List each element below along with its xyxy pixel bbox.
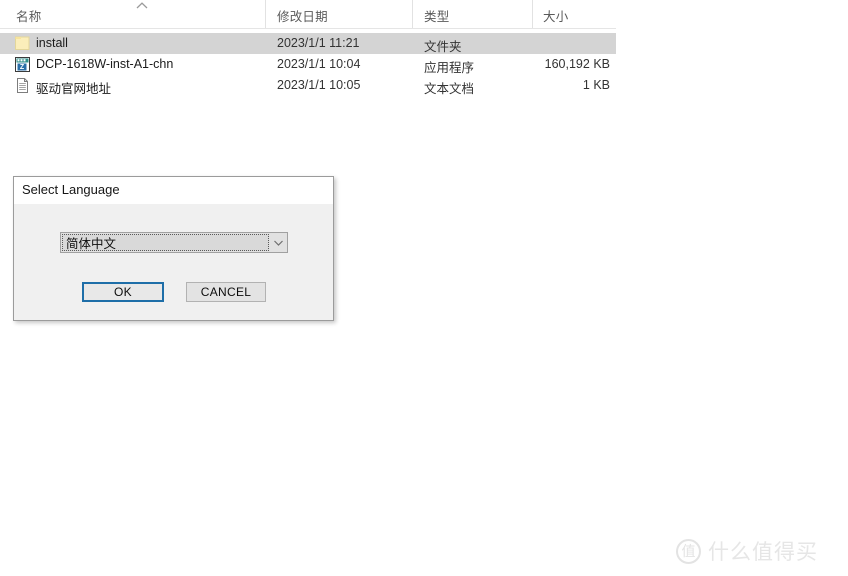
svg-text:Z: Z <box>20 64 25 71</box>
dialog-title: Select Language <box>22 182 120 197</box>
dialog-titlebar[interactable]: Select Language <box>14 177 333 204</box>
column-divider-2[interactable] <box>412 0 413 28</box>
table-row[interactable]: Z DCP-1618W-inst-A1-chn 2023/1/1 10:04 应… <box>0 54 616 75</box>
file-name: DCP-1618W-inst-A1-chn <box>36 57 174 71</box>
file-date: 2023/1/1 10:05 <box>277 78 361 92</box>
chevron-down-icon[interactable] <box>269 233 287 252</box>
watermark: 值 什么值得买 <box>676 536 836 566</box>
file-type: 应用程序 <box>424 61 475 75</box>
watermark-text: 什么值得买 <box>708 541 818 564</box>
file-date: 2023/1/1 11:21 <box>277 36 360 50</box>
language-select-focus-ring: 简体中文 <box>62 234 269 251</box>
file-size: 160,192 KB <box>544 57 610 71</box>
ok-button[interactable]: OK <box>82 282 164 302</box>
table-row[interactable]: install 2023/1/1 11:21 文件夹 <box>0 33 616 54</box>
file-type: 文本文档 <box>424 82 475 96</box>
application-icon: Z <box>14 56 31 73</box>
column-divider-3[interactable] <box>532 0 533 28</box>
chevron-up-icon <box>135 1 149 11</box>
file-list-pane: 名称 修改日期 类型 大小 install 2023/1/1 11:21 文件夹 <box>0 0 616 104</box>
watermark-badge-icon: 值 <box>676 538 701 564</box>
language-select-value: 简体中文 <box>66 237 117 251</box>
dialog-body: 简体中文 OK CANCEL <box>14 204 333 320</box>
column-header-type[interactable]: 类型 <box>424 6 449 25</box>
text-document-icon <box>14 77 31 94</box>
column-header-name[interactable]: 名称 <box>16 6 41 25</box>
column-header-size[interactable]: 大小 <box>543 6 568 25</box>
select-language-dialog: Select Language 简体中文 OK CANCEL <box>13 176 334 321</box>
language-select[interactable]: 简体中文 <box>60 232 288 253</box>
folder-icon <box>14 35 31 52</box>
file-date: 2023/1/1 10:04 <box>277 57 361 71</box>
cancel-button-label: CANCEL <box>200 285 252 299</box>
file-type: 文件夹 <box>424 40 462 54</box>
column-header-date[interactable]: 修改日期 <box>277 6 328 25</box>
file-name: install <box>36 36 68 50</box>
table-row[interactable]: 驱动官网地址 2023/1/1 10:05 文本文档 1 KB <box>0 75 616 96</box>
ok-button-label: OK <box>114 285 132 299</box>
file-list-header: 名称 修改日期 类型 大小 <box>0 0 616 29</box>
cancel-button[interactable]: CANCEL <box>186 282 266 302</box>
file-name: 驱动官网地址 <box>36 82 112 96</box>
file-size: 1 KB <box>582 78 610 92</box>
column-divider-1[interactable] <box>265 0 266 28</box>
